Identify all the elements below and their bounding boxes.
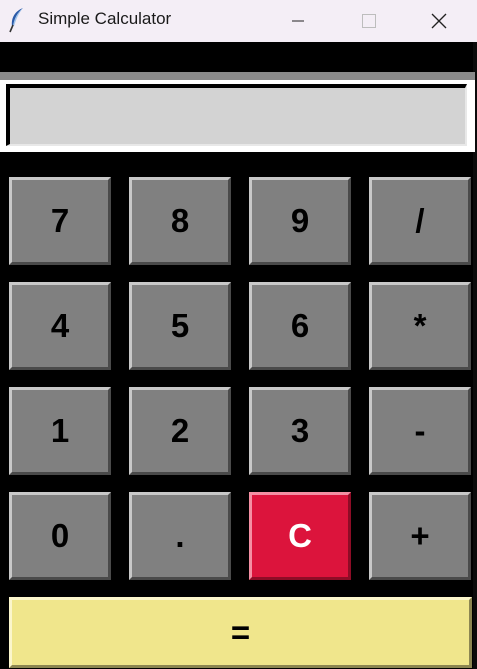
decimal-button[interactable]: .: [129, 492, 231, 580]
close-icon: [431, 13, 447, 29]
minimize-button[interactable]: [268, 0, 328, 42]
close-button[interactable]: [409, 0, 469, 42]
key-9[interactable]: 9: [249, 177, 351, 265]
subtract-button[interactable]: -: [369, 387, 471, 475]
title-bar[interactable]: Simple Calculator: [0, 0, 477, 42]
key-2[interactable]: 2: [129, 387, 231, 475]
maximize-button[interactable]: [339, 0, 399, 42]
minimize-icon: [292, 20, 304, 22]
maximize-icon: [362, 14, 376, 28]
display-field[interactable]: [6, 84, 467, 146]
add-button[interactable]: +: [369, 492, 471, 580]
key-3[interactable]: 3: [249, 387, 351, 475]
key-6[interactable]: 6: [249, 282, 351, 370]
key-0[interactable]: 0: [9, 492, 111, 580]
multiply-button[interactable]: *: [369, 282, 471, 370]
key-8[interactable]: 8: [129, 177, 231, 265]
key-7[interactable]: 7: [9, 177, 111, 265]
key-5[interactable]: 5: [129, 282, 231, 370]
key-1[interactable]: 1: [9, 387, 111, 475]
window-title: Simple Calculator: [38, 9, 172, 28]
clear-button[interactable]: C: [249, 492, 351, 580]
equals-button[interactable]: =: [9, 597, 472, 668]
divide-button[interactable]: /: [369, 177, 471, 265]
key-4[interactable]: 4: [9, 282, 111, 370]
feather-icon: [7, 7, 27, 33]
